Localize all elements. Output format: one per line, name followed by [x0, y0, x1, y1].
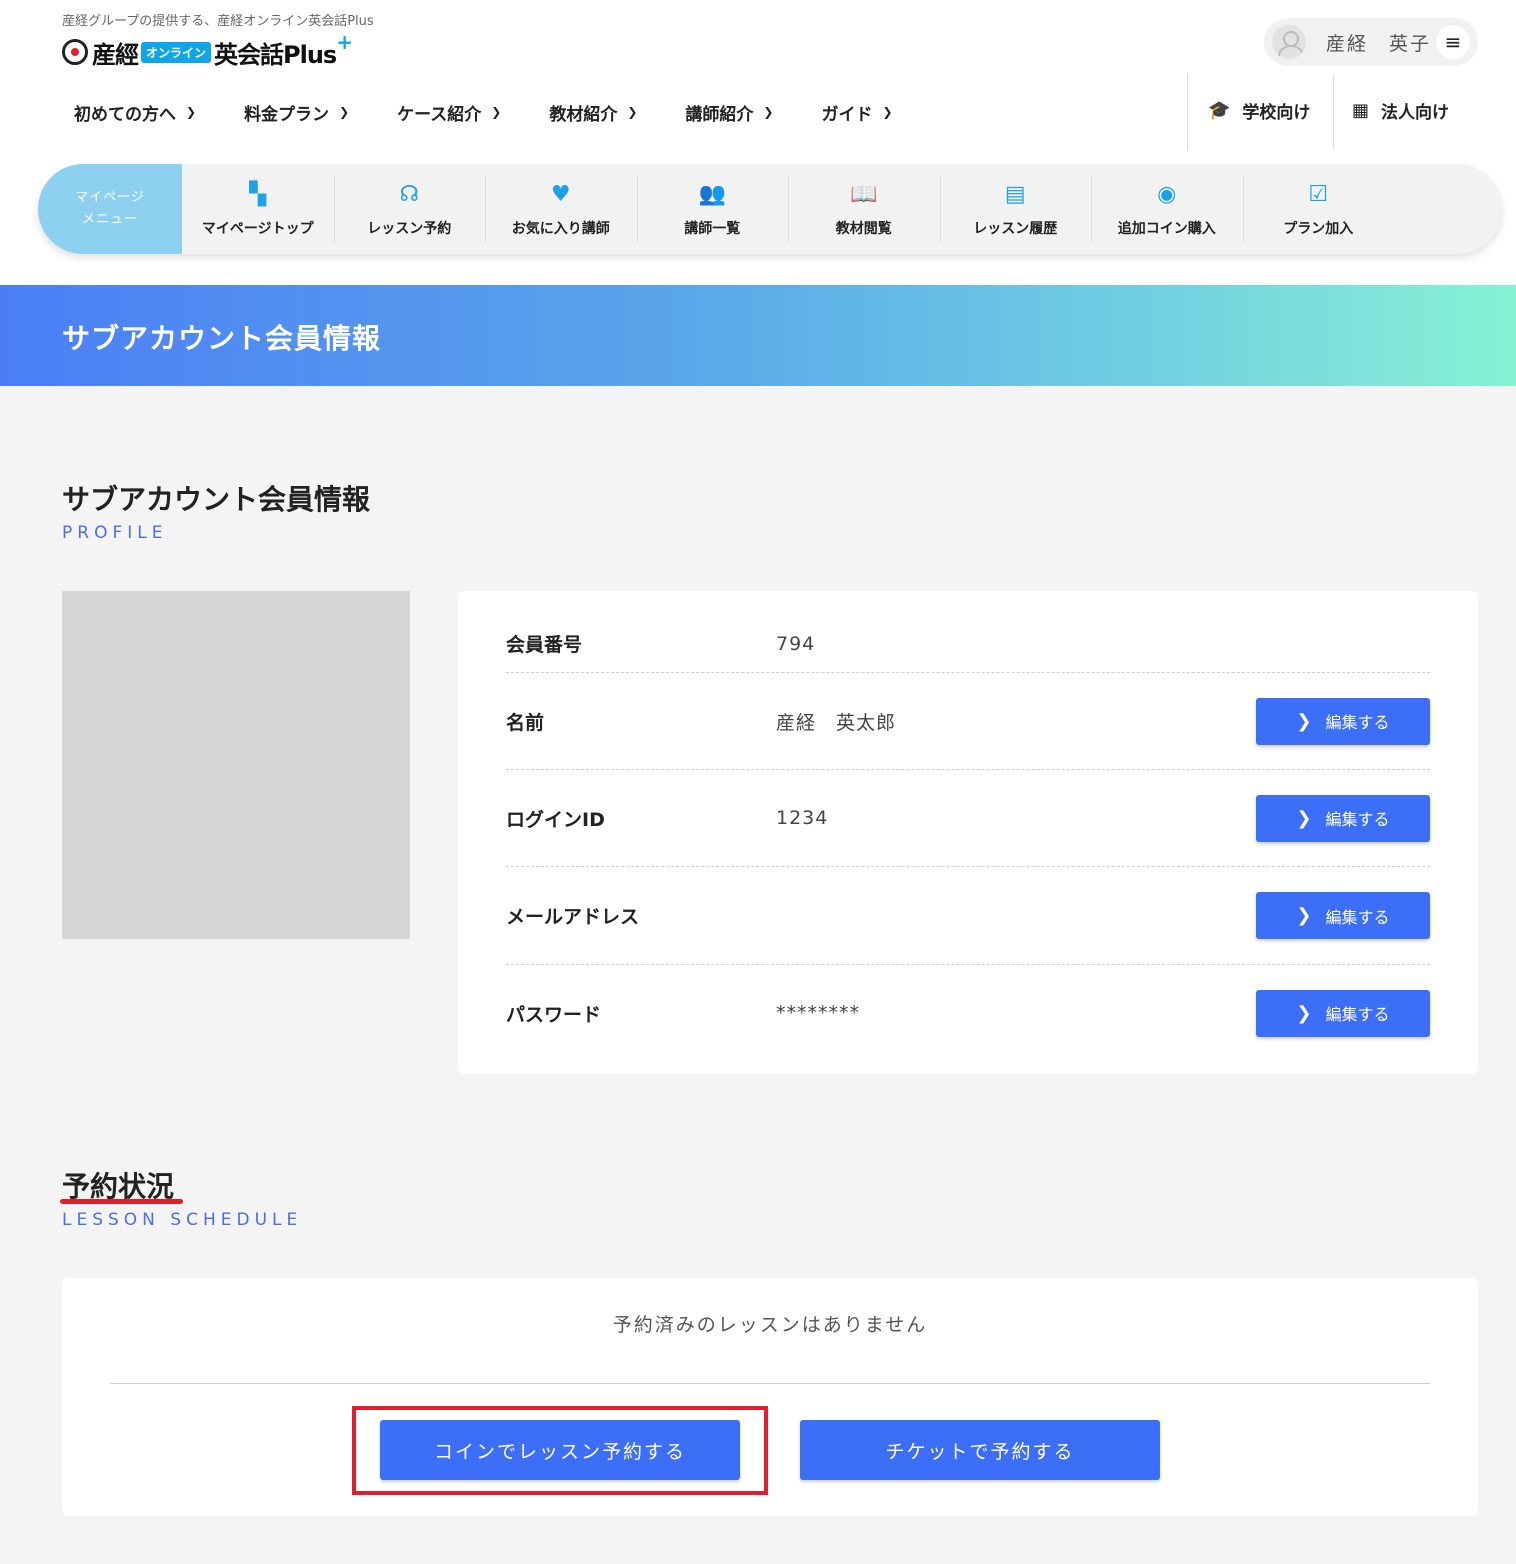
people-icon: 👥 [698, 182, 726, 207]
clipboard-check-icon: ☑ [1308, 182, 1329, 207]
mypage-menu-label: マイページ メニュー [38, 164, 182, 254]
gnav-item-guide[interactable]: ガイド ❯ [821, 96, 892, 128]
profile-card: 会員番号 794 名前 産経 英太郎 ❯ 編集する ログインID 1234 ❯ 編集… [458, 591, 1478, 1074]
profile-title: サブアカウント会員情報 [62, 483, 371, 516]
no-lesson-message: 予約済みのレッスンはありません [612, 1314, 928, 1336]
edit-name-button[interactable]: ❯ 編集する [1256, 697, 1430, 745]
mymenu-item-top[interactable]: ▚ マイページトップ [182, 164, 334, 254]
profile-subtitle: PROFILE [62, 523, 168, 543]
user-name: 産経 英子 [1326, 32, 1432, 55]
profile-row-name: 名前 産経 英太郎 ❯ 編集する [506, 673, 1430, 770]
highlight-frame [352, 1406, 768, 1495]
chevron-right-icon: ❯ [1296, 807, 1312, 829]
gnav-item-materials[interactable]: 教材紹介 ❯ [549, 96, 637, 128]
building-icon: ▦ [1352, 100, 1370, 121]
edit-password-button[interactable]: ❯ 編集する [1256, 989, 1430, 1037]
avatar-icon [1272, 25, 1306, 59]
hamburger-menu-icon[interactable]: ≡ [1436, 25, 1470, 59]
graduation-cap-icon: 🎓 [1208, 100, 1231, 121]
global-nav: 初めての方へ ❯ 料金プラン ❯ ケース紹介 ❯ 教材紹介 ❯ 講師紹介 ❯ ガイド ❯ [62, 96, 941, 128]
mymenu-item-reserve[interactable]: ☊ レッスン予約 [333, 164, 486, 254]
chevron-right-icon: ❯ [1296, 905, 1312, 926]
mypage-menu: マイページ メニュー ▚ マイページトップ ☊ レッスン予約 ♥ お気に入り講師… [38, 164, 1502, 254]
monitor-icon: ▤ [1004, 182, 1026, 207]
mymenu-item-teachers[interactable]: 👥 講師一覧 [636, 164, 789, 254]
chevron-down-icon: ❯ [491, 105, 502, 119]
chevron-right-icon: ❯ [1296, 710, 1312, 732]
chevron-down-icon: ❯ [627, 105, 638, 119]
book-icon: 📖 [850, 182, 878, 207]
edit-login-id-button[interactable]: ❯ 編集する [1256, 794, 1430, 842]
ticket-reserve-button[interactable]: チケットで予約する [800, 1420, 1160, 1480]
divider [110, 1383, 1430, 1384]
profile-photo [62, 591, 410, 939]
mymenu-item-materials[interactable]: 📖 教材閲覧 [788, 164, 940, 254]
heart-icon: ♥ [550, 182, 571, 207]
profile-row-password: パスワード ******** ❯ 編集する [506, 965, 1430, 1061]
mymenu-item-history[interactable]: ▤ レッスン履歴 [939, 164, 1092, 254]
divider [1187, 74, 1188, 150]
chevron-down-icon: ❯ [882, 105, 893, 119]
school-link[interactable]: 🎓 学校向け [1208, 98, 1310, 123]
logo-mark-icon [62, 39, 88, 65]
profile-row-login-id: ログインID 1234 ❯ 編集する [506, 770, 1430, 867]
page-banner: サブアカウント会員情報 [0, 285, 1516, 386]
mymenu-item-plan[interactable]: ☑ プラン加入 [1242, 164, 1395, 254]
gnav-item-beginners[interactable]: 初めての方へ ❯ [74, 96, 196, 128]
divider [1333, 74, 1334, 150]
gnav-item-cases[interactable]: ケース紹介 ❯ [397, 96, 501, 128]
coin-icon: ◉ [1157, 182, 1177, 207]
mymenu-item-coins[interactable]: ◉ 追加コイン購入 [1091, 164, 1243, 254]
profile-row-member-id: 会員番号 794 [506, 615, 1430, 673]
chevron-down-icon: ❯ [339, 105, 350, 119]
chevron-down-icon: ❯ [186, 105, 197, 119]
edit-email-button[interactable]: ❯ 編集する [1256, 892, 1430, 939]
gnav-item-teachers[interactable]: 講師紹介 ❯ [685, 96, 773, 128]
site-logo[interactable]: 産經 オンライン 英会話Plus + [62, 30, 353, 70]
headset-icon: ☊ [399, 182, 420, 207]
profile-row-email: メールアドレス ❯ 編集する [506, 867, 1430, 965]
mymenu-item-favorites[interactable]: ♥ お気に入り講師 [485, 164, 637, 254]
chevron-right-icon: ❯ [1296, 1002, 1312, 1024]
site-header: 産経グループの提供する、産経オンライン英会話Plus 産經 オンライン 英会話P… [0, 0, 1516, 285]
user-menu[interactable]: 産経 英子 ≡ [1264, 18, 1478, 66]
dashboard-icon: ▚ [249, 182, 267, 207]
lesson-card: 予約済みのレッスンはありません コインでレッスン予約する チケットで予約する [62, 1278, 1478, 1516]
gnav-item-pricing[interactable]: 料金プラン ❯ [244, 96, 349, 128]
corporate-link[interactable]: ▦ 法人向け [1352, 98, 1449, 123]
chevron-down-icon: ❯ [763, 105, 774, 119]
title-underline [60, 1199, 183, 1204]
page-title: サブアカウント会員情報 [62, 322, 382, 355]
schedule-subtitle: LESSON SCHEDULE [62, 1210, 303, 1230]
tagline: 産経グループの提供する、産経オンライン英会話Plus [62, 14, 374, 29]
